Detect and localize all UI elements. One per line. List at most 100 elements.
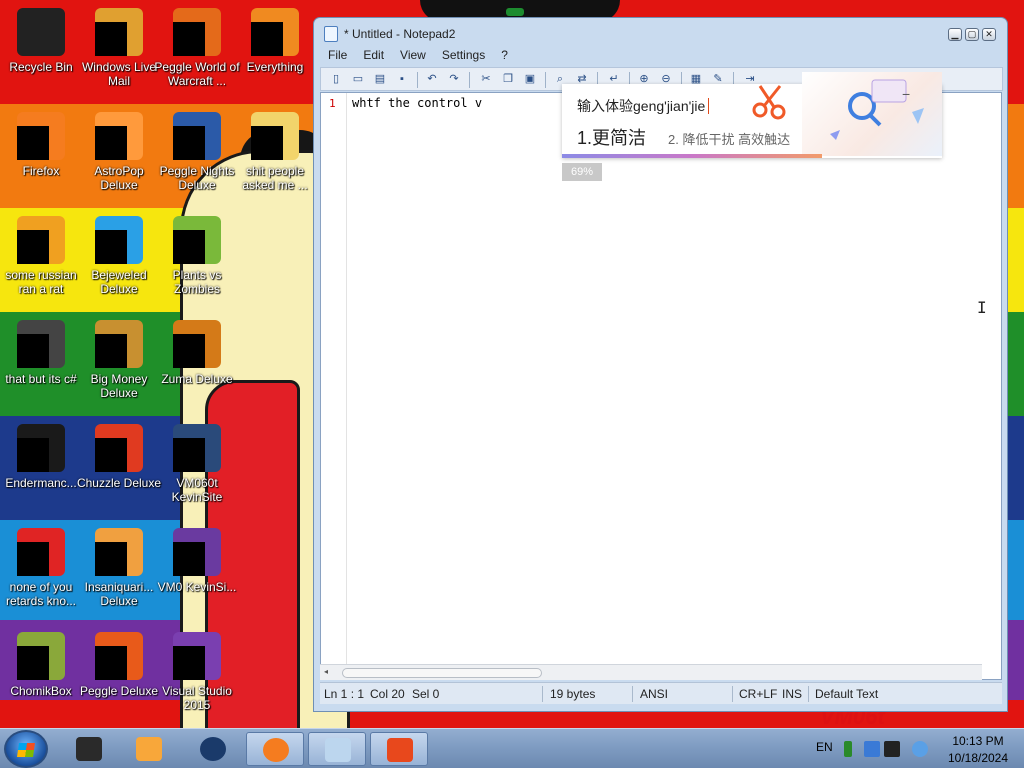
desktop-icon[interactable]: Zuma Deluxe — [158, 316, 236, 416]
text-editor[interactable]: 1 whtf the control v — [320, 92, 1002, 680]
status-line-ending[interactable]: CR+LF — [739, 687, 777, 701]
status-selection: Sel 0 — [412, 687, 440, 701]
desktop-icon[interactable]: shit people asked me ... — [236, 108, 314, 208]
app-icon — [17, 8, 65, 56]
undo-icon[interactable]: ↶ — [423, 71, 441, 88]
toolbar-separator — [417, 72, 418, 88]
menu-settings[interactable]: Settings — [434, 47, 493, 63]
ime-candidate-1[interactable]: 1.更简洁 — [577, 124, 646, 150]
maximize-button[interactable]: ▢ — [965, 28, 979, 41]
media-player-icon — [136, 737, 162, 761]
desktop-icon[interactable]: AstroPop Deluxe — [80, 108, 158, 208]
open-icon[interactable]: ▭ — [349, 71, 367, 88]
taskbar-app-3[interactable] — [184, 732, 242, 766]
cut-icon[interactable]: ✂ — [477, 71, 495, 88]
browse-icon[interactable]: ▤ — [371, 71, 389, 88]
ime-candidate-2[interactable]: 2. 降低干扰 高效触达 — [668, 129, 790, 148]
desktop-icon[interactable]: Big Money Deluxe — [80, 316, 158, 416]
ime-candidate-window[interactable]: 输入体验geng'jian'jie 1.更简洁 2. 降低干扰 高效触达 − — [562, 72, 942, 158]
close-button[interactable]: ✕ — [982, 28, 996, 41]
desktop-icon-label: Peggle Nights Deluxe — [159, 164, 235, 192]
desktop-icon[interactable]: Endermanc... — [2, 420, 80, 520]
desktop-icon[interactable]: Visual Studio 2015 — [158, 628, 236, 728]
status-size: 19 bytes — [550, 687, 596, 701]
ime-minimize-button[interactable]: − — [902, 86, 910, 102]
redaction-box — [173, 438, 205, 472]
ime-composition: 输入体验geng'jian'jie — [577, 96, 710, 116]
scrollbar-thumb[interactable] — [342, 668, 542, 678]
desktop-icon-label: VM0 KevinSi... — [157, 580, 237, 594]
scroll-left-icon[interactable]: ◂ — [324, 667, 328, 676]
tray-arrow-icon[interactable] — [844, 741, 852, 757]
new-icon[interactable]: ▯ — [327, 71, 345, 88]
horizontal-scrollbar[interactable]: ◂ — [320, 664, 982, 680]
status-column: Col 20 — [370, 687, 405, 701]
copy-icon[interactable]: ❐ — [499, 71, 517, 88]
ime-decoration — [802, 72, 942, 156]
desktop-icon[interactable]: Insaniquari... Deluxe — [80, 524, 158, 624]
desktop-icon[interactable]: that but its c# — [2, 316, 80, 416]
redaction-box — [95, 646, 127, 680]
desktop-icon-label: Visual Studio 2015 — [162, 684, 232, 712]
desktop-icon[interactable]: Firefox — [2, 108, 80, 208]
taskbar-app-2[interactable] — [120, 732, 178, 766]
language-indicator[interactable]: EN — [816, 740, 833, 754]
minimize-button[interactable]: ▁ — [948, 28, 962, 41]
status-scheme[interactable]: Default Text — [815, 687, 878, 701]
taskbar-app-1[interactable] — [60, 732, 118, 766]
desktop-icon[interactable]: Chuzzle Deluxe — [77, 420, 161, 520]
save-icon[interactable]: ▪ — [393, 71, 411, 88]
desktop-icon[interactable]: some russian ran a rat — [2, 212, 80, 312]
redaction-box — [173, 542, 205, 576]
desktop-icon-label: shit people asked me ... — [242, 164, 308, 192]
firefox-icon — [263, 738, 289, 762]
ime-progress-bar — [562, 154, 822, 158]
redaction-box — [17, 646, 49, 680]
clock-date[interactable]: 10/18/2024 — [939, 751, 1017, 765]
redaction-box — [251, 22, 283, 56]
desktop-icon[interactable]: Peggle Deluxe — [80, 628, 158, 728]
line-number: 1 — [329, 97, 336, 110]
desktop-icon-label: Windows Live Mail — [81, 60, 157, 88]
redaction-box — [17, 126, 49, 160]
desktop-icon[interactable]: none of you retards kno... — [2, 524, 80, 624]
desktop-icon[interactable]: Recycle Bin — [2, 4, 80, 104]
network-icon[interactable] — [864, 741, 880, 757]
sogou-icon — [387, 738, 413, 762]
desktop-icon[interactable]: Plants vs Zombies — [158, 212, 236, 312]
desktop-icon-label: Peggle World of Warcraft ... — [154, 60, 240, 88]
line-gutter: 1 — [321, 93, 347, 679]
redaction-box — [173, 646, 205, 680]
globe-icon — [200, 737, 226, 761]
taskbar-notepad2[interactable] — [308, 732, 366, 766]
redaction-box — [173, 126, 205, 160]
menu-file[interactable]: File — [320, 47, 355, 63]
desktop-icon[interactable]: Everything — [236, 4, 314, 104]
system-tray: EN 10:13 PM 10/18/2024 — [808, 729, 1024, 768]
taskbar-firefox[interactable] — [246, 732, 304, 766]
desktop-icon[interactable]: VM060t KevinSite — [158, 420, 236, 520]
desktop-icon[interactable]: Windows Live Mail — [80, 4, 158, 104]
clock-time[interactable]: 10:13 PM — [939, 734, 1017, 748]
desktop-icon-label: Big Money Deluxe — [90, 372, 148, 400]
start-button[interactable] — [4, 730, 48, 768]
status-encoding[interactable]: ANSI — [640, 687, 668, 701]
desktop-icon-label: Bejeweled Deluxe — [91, 268, 147, 296]
window-title: * Untitled - Notepad2 — [344, 27, 456, 41]
desktop-icon[interactable]: VM0 KevinSi... — [158, 524, 236, 624]
menu-help[interactable]: ? — [493, 47, 516, 63]
desktop-icon[interactable]: Peggle World of Warcraft ... — [154, 4, 240, 104]
desktop-icon[interactable]: ChomikBox — [2, 628, 80, 728]
desktop-icon-label: Plants vs Zombies — [172, 268, 222, 296]
taskbar-sogou[interactable] — [370, 732, 428, 766]
redo-icon[interactable]: ↷ — [445, 71, 463, 88]
menu-view[interactable]: View — [392, 47, 434, 63]
desktop-icon[interactable]: Peggle Nights Deluxe — [158, 108, 236, 208]
desktop-icon[interactable]: Bejeweled Deluxe — [80, 212, 158, 312]
editor-text[interactable]: whtf the control v — [352, 96, 482, 110]
menu-edit[interactable]: Edit — [355, 47, 392, 63]
action-center-icon[interactable] — [884, 741, 900, 757]
desktop-icon-label: Peggle Deluxe — [79, 684, 159, 698]
volume-icon[interactable] — [912, 741, 928, 757]
paste-icon[interactable]: ▣ — [521, 71, 539, 88]
